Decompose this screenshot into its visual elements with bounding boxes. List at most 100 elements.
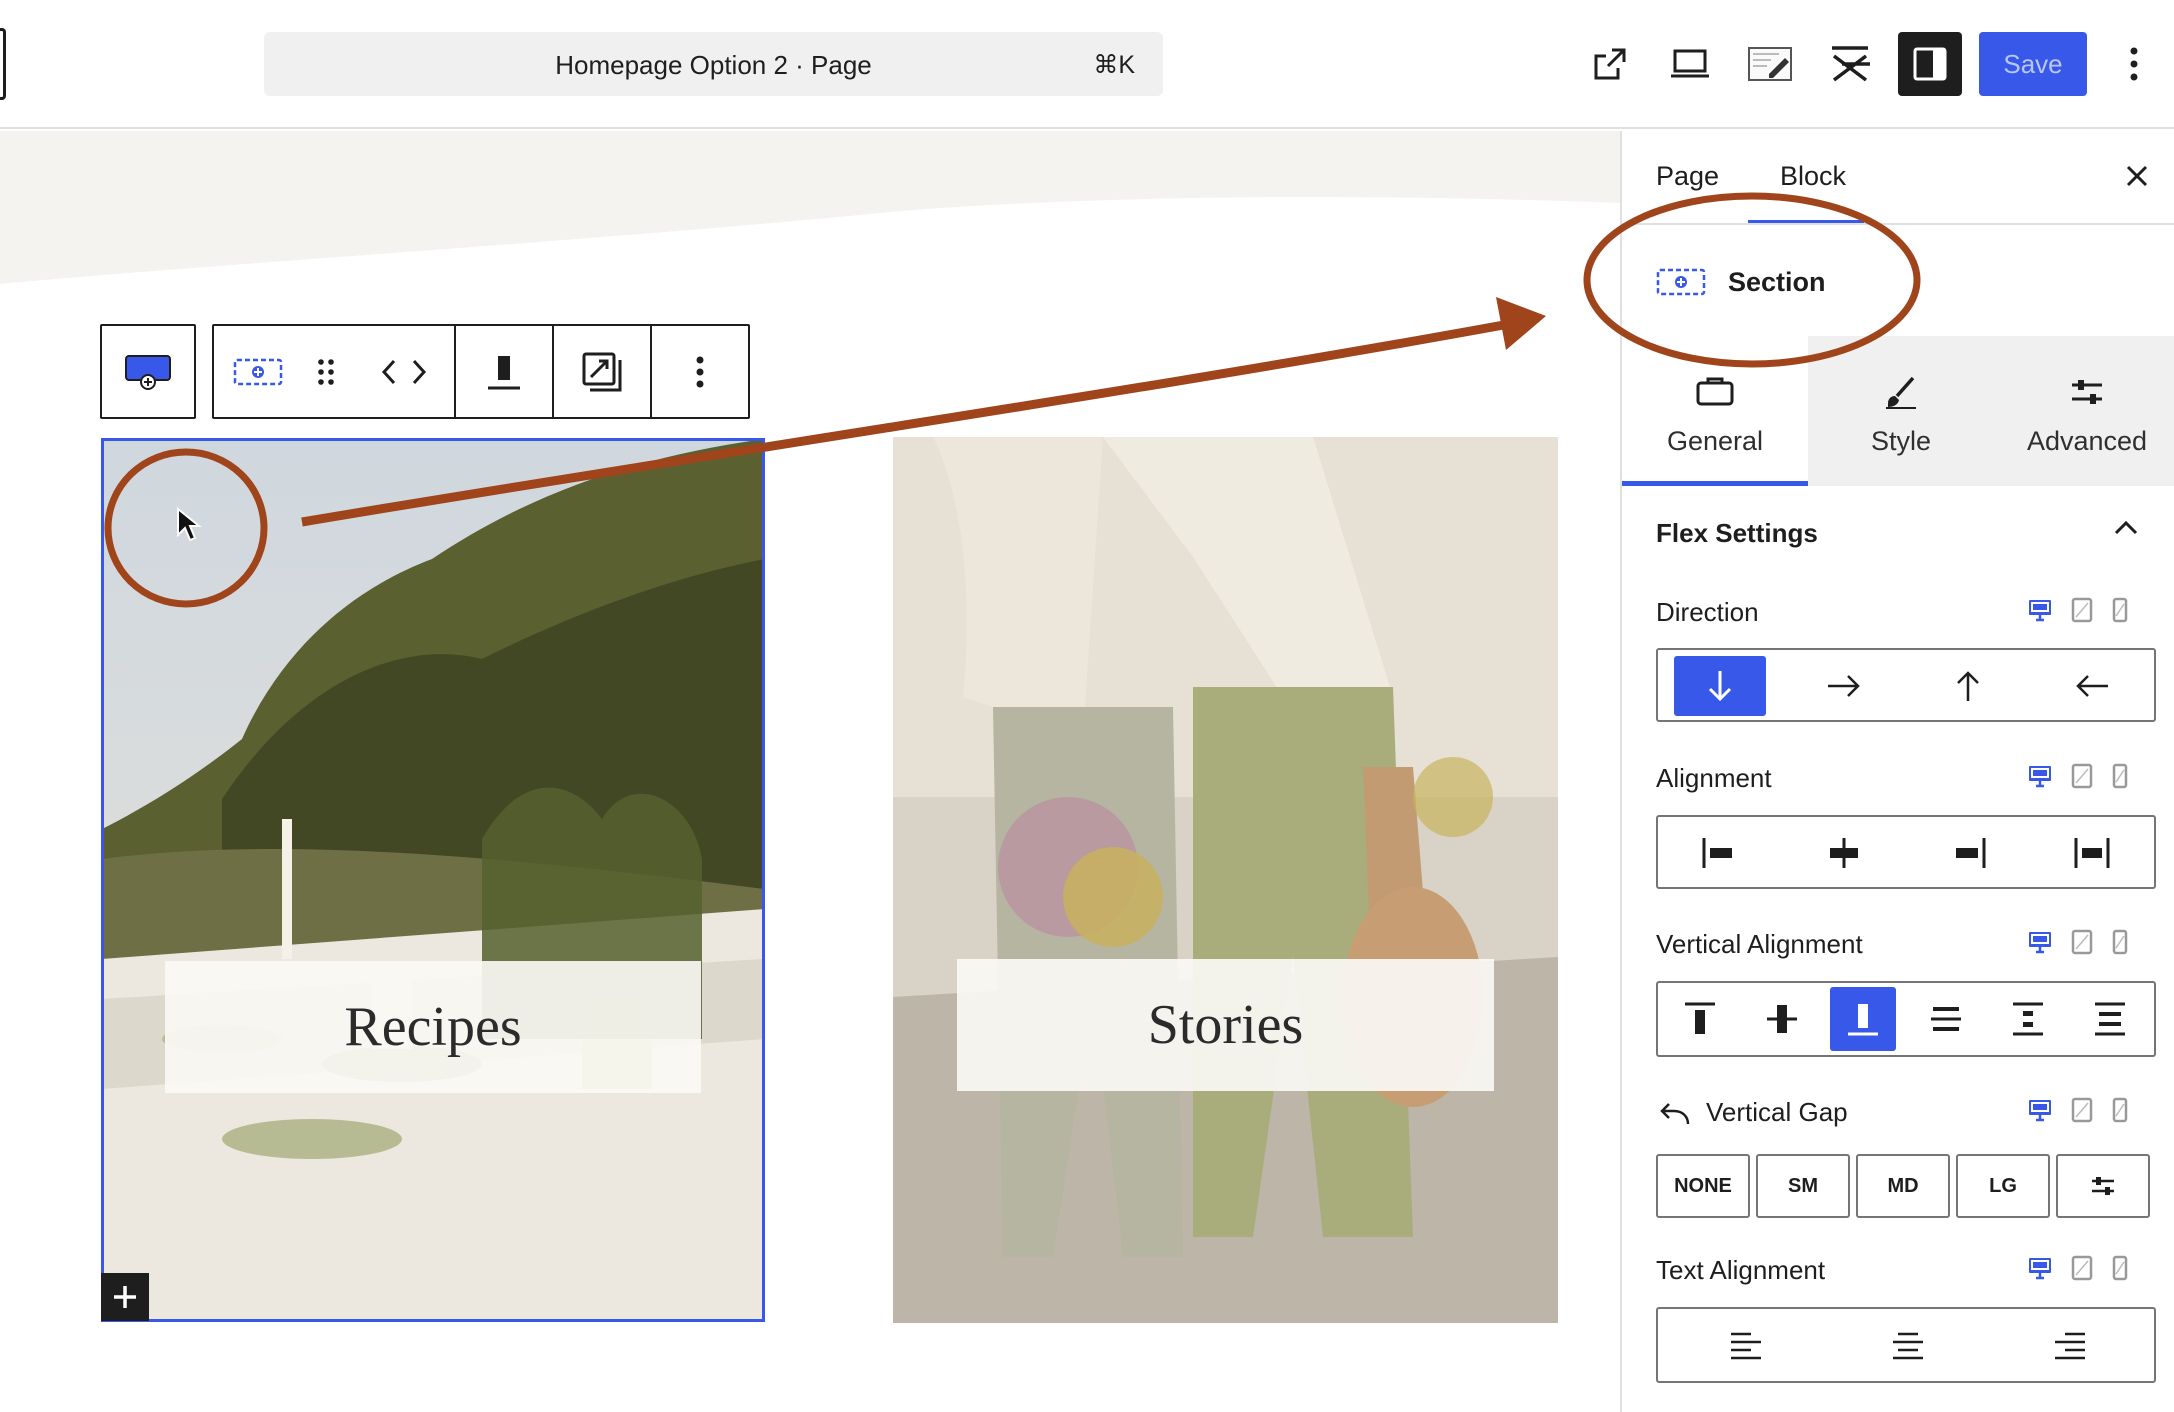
valign-bottom-icon — [1848, 1004, 1878, 1036]
device-switcher — [2027, 597, 2129, 623]
recipes-image — [102, 439, 764, 1321]
tablet-icon[interactable] — [2071, 929, 2093, 955]
add-block-button[interactable] — [101, 1273, 149, 1321]
align-stretch-icon — [2074, 838, 2110, 868]
valign-top-icon — [1685, 1002, 1715, 1034]
mobile-icon[interactable] — [2111, 597, 2129, 623]
vertical-alignment-label: Vertical Alignment — [1656, 929, 1863, 959]
align-start-button[interactable] — [1674, 823, 1766, 883]
sliders-icon — [1994, 376, 2174, 408]
editor-canvas[interactable]: Recipes Stories Stories — [0, 131, 1620, 1412]
block-card-title: Section — [1728, 267, 1826, 297]
text-align-right-button[interactable] — [2022, 1315, 2118, 1375]
flex-settings-title[interactable]: Flex Settings — [1656, 518, 1818, 549]
gap-sm-button[interactable]: SM — [1756, 1154, 1850, 1218]
align-center-button[interactable] — [1798, 823, 1890, 883]
vertical-align-bottom-icon[interactable] — [456, 326, 552, 417]
section-parent-icon[interactable] — [102, 326, 194, 417]
align-end-icon — [1956, 838, 1986, 868]
desktop-icon[interactable] — [2027, 1255, 2053, 1281]
valign-space-evenly-button[interactable] — [2076, 989, 2144, 1049]
alignment-label: Alignment — [1656, 763, 1772, 793]
text-align-left-icon — [1731, 1332, 1761, 1360]
alignment-control — [1656, 815, 2156, 889]
mobile-icon[interactable] — [2111, 763, 2129, 789]
direction-control — [1656, 648, 2156, 722]
notes-icon[interactable] — [1736, 30, 1804, 98]
desktop-icon[interactable] — [2027, 597, 2053, 623]
desktop-icon[interactable] — [2027, 763, 2053, 789]
drag-handle-icon[interactable] — [306, 326, 346, 417]
sidebar-toggle-icon[interactable] — [1898, 32, 1962, 96]
device-switcher — [2027, 1097, 2129, 1123]
mobile-icon[interactable] — [2111, 929, 2129, 955]
tablet-icon[interactable] — [2071, 1097, 2093, 1123]
external-link-icon[interactable] — [1576, 30, 1644, 98]
arrow-right-icon — [1828, 675, 1860, 697]
move-left-right-icon[interactable] — [364, 326, 444, 417]
desktop-icon[interactable] — [2027, 929, 2053, 955]
tab-advanced[interactable]: Advanced — [1994, 336, 2174, 486]
desktop-icon[interactable] — [2027, 1097, 2053, 1123]
valign-space-between-icon — [1931, 1007, 1961, 1031]
vertical-gap-control: NONE SM MD LG — [1656, 1154, 2156, 1218]
text-align-center-button[interactable] — [1860, 1315, 1956, 1375]
tab-style-label: Style — [1870, 426, 1932, 456]
gap-lg-button[interactable]: LG — [1956, 1154, 2050, 1218]
block-options-icon[interactable] — [652, 326, 748, 417]
valign-top-button[interactable] — [1666, 989, 1734, 1049]
top-toolbar: Homepage Option 2 · Page ⌘K Save — [0, 0, 2174, 129]
tab-general-label: General — [1666, 426, 1764, 456]
align-center-icon — [1830, 838, 1858, 868]
valign-center-icon — [1767, 1005, 1797, 1033]
mobile-icon[interactable] — [2111, 1255, 2129, 1281]
document-title: Homepage Option 2 · Page — [555, 50, 872, 80]
tab-block[interactable]: Block — [1780, 161, 1846, 192]
block-parent-selector[interactable] — [100, 324, 196, 419]
stackable-icon[interactable] — [1816, 30, 1884, 98]
valign-bottom-button[interactable] — [1830, 987, 1896, 1051]
recipes-label: Recipes — [344, 996, 522, 1058]
recipes-card[interactable]: Recipes — [102, 439, 764, 1321]
plus-icon — [114, 1286, 136, 1308]
tab-advanced-label: Advanced — [2026, 426, 2148, 456]
close-icon[interactable] — [2122, 161, 2152, 191]
tablet-icon[interactable] — [2071, 597, 2093, 623]
command-palette-button[interactable]: Homepage Option 2 · Page ⌘K — [264, 32, 1163, 96]
resize-layout-icon[interactable] — [554, 326, 650, 417]
direction-left-button[interactable] — [2046, 656, 2138, 716]
mobile-icon[interactable] — [2111, 1097, 2129, 1123]
desktop-preview-icon[interactable] — [1656, 30, 1724, 98]
more-vertical-icon[interactable] — [2100, 30, 2168, 98]
tab-page[interactable]: Page — [1656, 161, 1719, 192]
save-button[interactable]: Save — [1979, 32, 2087, 96]
valign-space-around-button[interactable] — [1994, 989, 2062, 1049]
text-align-right-icon — [2055, 1332, 2085, 1360]
align-end-button[interactable] — [1922, 823, 2014, 883]
device-switcher — [2027, 1255, 2129, 1281]
site-icon-button[interactable] — [0, 28, 6, 100]
settings-sidebar: Page Block Section General Style Advance… — [1620, 131, 2174, 1412]
gap-custom-button[interactable] — [2056, 1154, 2150, 1218]
tablet-icon[interactable] — [2071, 1255, 2093, 1281]
text-align-left-button[interactable] — [1698, 1315, 1794, 1375]
direction-up-button[interactable] — [1922, 656, 2014, 716]
tab-style[interactable]: Style — [1808, 336, 1994, 486]
stories-card[interactable]: Stories — [893, 437, 1558, 1323]
align-stretch-button[interactable] — [2046, 823, 2138, 883]
valign-center-button[interactable] — [1748, 989, 1816, 1049]
section-block-icon[interactable] — [228, 326, 288, 417]
direction-right-button[interactable] — [1798, 656, 1890, 716]
device-switcher — [2027, 929, 2129, 955]
tab-general[interactable]: General — [1622, 336, 1808, 486]
direction-down-button[interactable] — [1674, 656, 1766, 716]
valign-space-between-button[interactable] — [1912, 989, 1980, 1049]
chevron-up-icon[interactable] — [2112, 517, 2140, 537]
reset-icon[interactable] — [1658, 1100, 1690, 1128]
text-alignment-control — [1656, 1307, 2156, 1383]
gap-none-button[interactable]: NONE — [1656, 1154, 1750, 1218]
direction-label: Direction — [1656, 597, 1759, 627]
tablet-icon[interactable] — [2071, 763, 2093, 789]
gap-md-button[interactable]: MD — [1856, 1154, 1950, 1218]
stories-image — [893, 437, 1558, 1323]
